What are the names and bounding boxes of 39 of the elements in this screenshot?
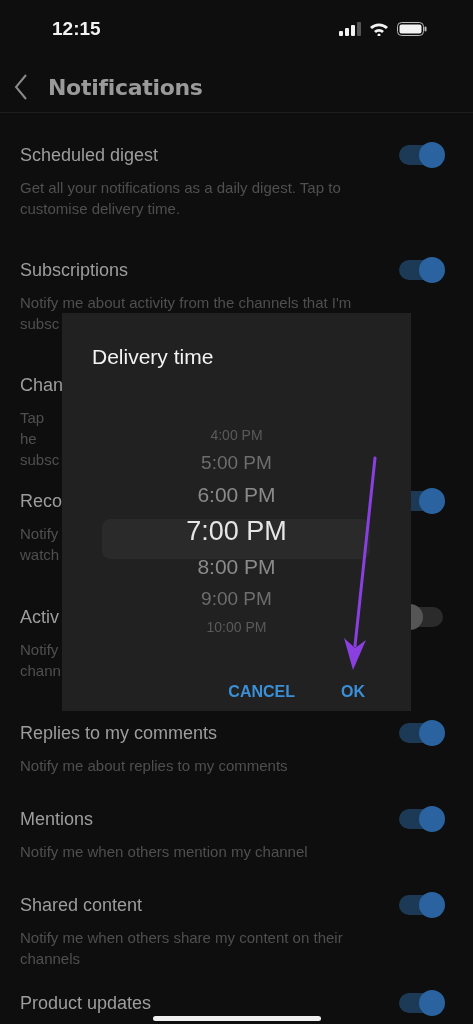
time-option[interactable]: 9:00 PM (201, 583, 272, 615)
time-option[interactable]: 4:00 PM (210, 423, 263, 447)
toggle-switch[interactable] (399, 809, 443, 829)
setting-title: Activ (20, 606, 60, 629)
wifi-icon (369, 22, 389, 36)
back-icon[interactable] (14, 74, 28, 100)
toggle-switch[interactable] (399, 260, 443, 280)
signal-icon (339, 22, 361, 36)
time-option[interactable]: 7:00 PM (186, 511, 287, 551)
setting-description: Notify chann (20, 640, 62, 681)
setting-description: Notify me when others share my content on their channels (20, 928, 344, 969)
time-option[interactable]: 8:00 PM (197, 551, 276, 583)
setting-title: Replies to my comments (20, 722, 219, 745)
setting-description: Notify me when others mention my channel (20, 842, 308, 862)
toggle-switch[interactable] (399, 993, 443, 1013)
setting-title: Product updates (20, 992, 152, 1015)
toggle-switch[interactable] (399, 145, 443, 165)
battery-icon (397, 22, 427, 36)
setting-description: Get all your notifications as a daily digest. Tap to customise delivery time. (20, 178, 342, 219)
setting-title: Chan (20, 374, 64, 397)
time-option[interactable]: 5:00 PM (201, 447, 272, 479)
setting-title: Shared content (20, 894, 144, 917)
cancel-button[interactable]: CANCEL (228, 683, 295, 701)
page-title: Notifications (48, 74, 203, 100)
setting-description: Notify watch (20, 524, 61, 565)
status-time: 12:15 (52, 18, 101, 40)
time-option[interactable]: 10:00 PM (206, 615, 267, 639)
setting-title: Scheduled digest (20, 144, 160, 167)
toggle-switch[interactable] (399, 895, 443, 915)
setting-title: Subscriptions (20, 259, 130, 282)
setting-description: Tap he subsc (20, 408, 61, 470)
setting-description: Notify me about replies to my comments (20, 756, 288, 776)
setting-title: Mentions (20, 808, 95, 831)
setting-title: Reco (20, 490, 64, 513)
dialog-title: Delivery time (91, 344, 215, 370)
setting-description: Notify me about activity from the channels that I'm subsc (20, 293, 353, 334)
toggle-switch[interactable] (399, 723, 443, 743)
ok-button[interactable]: OK (341, 683, 365, 701)
time-option[interactable]: 6:00 PM (197, 479, 276, 511)
